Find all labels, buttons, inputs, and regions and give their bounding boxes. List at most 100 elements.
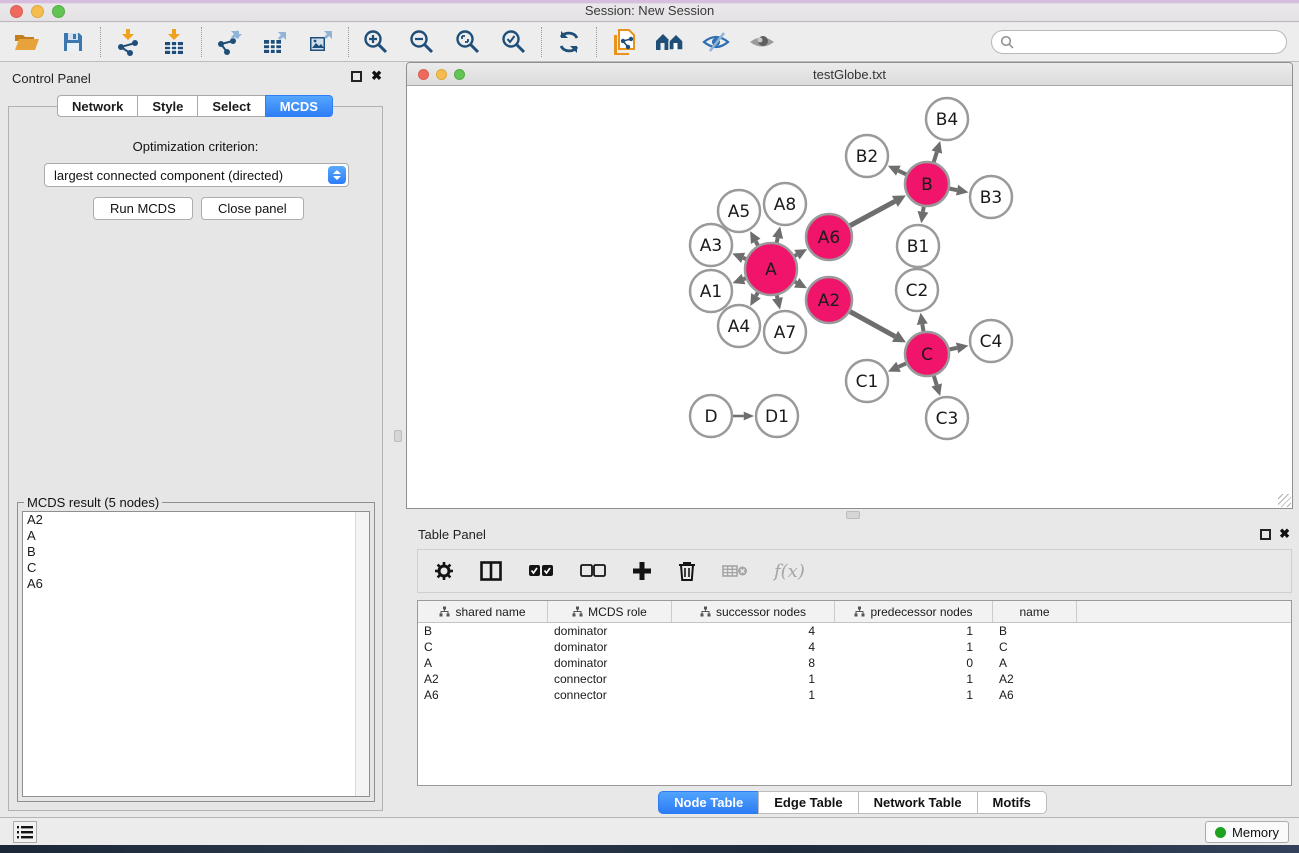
- hide-eye-icon[interactable]: [701, 27, 731, 57]
- network-and-table-area: testGlobe.txt B4B2BB3B1A5A8A6A3AA1A4A7A2…: [406, 62, 1299, 817]
- table-row[interactable]: A dominator 8 0 A: [418, 655, 1291, 671]
- vertical-splitter[interactable]: [390, 62, 406, 817]
- splitter-grip[interactable]: [394, 430, 402, 442]
- desktop-background: [0, 845, 1299, 853]
- table-row[interactable]: B dominator 4 1 B: [418, 623, 1291, 639]
- apply-function-icon[interactable]: f(x): [774, 561, 805, 582]
- search-icon: [1000, 35, 1015, 55]
- list-item[interactable]: A: [23, 528, 369, 544]
- tab-select[interactable]: Select: [197, 95, 264, 117]
- graph-node-label-C: C: [921, 345, 933, 365]
- export-table-icon[interactable]: [260, 27, 290, 57]
- delete-column-trash-icon[interactable]: [678, 561, 696, 581]
- zoom-fit-icon[interactable]: [453, 27, 483, 57]
- select-all-columns-icon[interactable]: [528, 564, 554, 578]
- list-item[interactable]: B: [23, 544, 369, 560]
- search-input[interactable]: [991, 30, 1287, 54]
- run-mcds-button[interactable]: Run MCDS: [93, 197, 193, 220]
- export-image-icon[interactable]: [306, 27, 336, 57]
- zoom-in-icon[interactable]: [361, 27, 391, 57]
- home-view-icon[interactable]: [655, 27, 685, 57]
- main-toolbar: [0, 23, 1299, 62]
- show-eye-icon[interactable]: [747, 27, 777, 57]
- graph-node-label-B4: B4: [936, 110, 958, 130]
- control-panel-close-icon[interactable]: ✖: [371, 68, 382, 84]
- control-panel: Control Panel ✖ Optimization criterion: …: [0, 62, 390, 817]
- tab-style[interactable]: Style: [137, 95, 197, 117]
- memory-status-icon: [1215, 827, 1226, 838]
- column-header-predecessor-nodes[interactable]: predecessor nodes: [835, 601, 993, 622]
- table-row[interactable]: A2 connector 1 1 A2: [418, 671, 1291, 687]
- zoom-selected-icon[interactable]: [499, 27, 529, 57]
- mcds-tab-pane: Optimization criterion: largest connecte…: [8, 106, 383, 811]
- control-panel-float-icon[interactable]: [351, 71, 362, 82]
- main-area: Control Panel ✖ Optimization criterion: …: [0, 62, 1299, 817]
- tab-node-table[interactable]: Node Table: [658, 791, 758, 814]
- graph-node-label-A: A: [765, 260, 777, 280]
- list-item[interactable]: C: [23, 560, 369, 576]
- clone-network-icon[interactable]: [609, 27, 639, 57]
- table-panel-float-icon[interactable]: [1260, 529, 1271, 540]
- search-container: [991, 30, 1287, 54]
- memory-label: Memory: [1232, 825, 1279, 840]
- list-item[interactable]: A6: [23, 576, 369, 592]
- result-scrollbar[interactable]: [355, 512, 369, 796]
- tab-edge-table[interactable]: Edge Table: [758, 791, 857, 814]
- table-toolbar: f(x): [417, 549, 1292, 593]
- graph-arrowhead: [772, 297, 783, 310]
- mcds-result-list: A2 A B C A6: [22, 511, 370, 797]
- network-window-titlebar[interactable]: testGlobe.txt: [407, 63, 1292, 86]
- graph-arrowhead: [931, 383, 941, 396]
- column-header-mcds-role[interactable]: MCDS role: [548, 601, 672, 622]
- add-column-icon[interactable]: [632, 561, 652, 581]
- graph-node-label-A6: A6: [818, 228, 840, 248]
- import-table-icon[interactable]: [159, 27, 189, 57]
- table-panel-close-icon[interactable]: ✖: [1279, 526, 1290, 542]
- graph-node-label-C2: C2: [906, 281, 929, 301]
- graph-node-label-A5: A5: [728, 202, 750, 222]
- list-item[interactable]: A2: [23, 512, 369, 528]
- status-bar: Memory: [0, 817, 1299, 845]
- export-network-icon[interactable]: [214, 27, 244, 57]
- horizontal-splitter[interactable]: [406, 509, 1299, 521]
- task-history-button[interactable]: [13, 821, 37, 843]
- list-icon: [17, 826, 33, 839]
- graph-node-label-A1: A1: [700, 282, 722, 302]
- mcds-result-title: MCDS result (5 nodes): [24, 495, 162, 510]
- column-header-shared-name[interactable]: shared name: [418, 601, 548, 622]
- import-network-icon[interactable]: [113, 27, 143, 57]
- column-header-successor-nodes[interactable]: successor nodes: [672, 601, 835, 622]
- graph-node-label-B1: B1: [907, 237, 929, 257]
- graph-node-label-C4: C4: [980, 332, 1003, 352]
- graph-node-label-A7: A7: [774, 323, 796, 343]
- memory-button[interactable]: Memory: [1205, 821, 1289, 843]
- unselect-all-columns-icon[interactable]: [580, 564, 606, 578]
- criterion-select[interactable]: largest connected component (directed): [44, 163, 349, 187]
- show-columns-icon[interactable]: [480, 561, 502, 581]
- table-row[interactable]: C dominator 4 1 C: [418, 639, 1291, 655]
- network-graph: B4B2BB3B1A5A8A6A3AA1A4A7A2C2CC4C1C3DD1: [407, 86, 1292, 508]
- column-namespace-icon: [700, 606, 711, 617]
- tab-network-table[interactable]: Network Table: [858, 791, 977, 814]
- refresh-icon[interactable]: [554, 27, 584, 57]
- open-session-icon[interactable]: [12, 27, 42, 57]
- close-panel-button[interactable]: Close panel: [201, 197, 304, 220]
- delete-table-icon[interactable]: [722, 563, 748, 579]
- network-canvas[interactable]: B4B2BB3B1A5A8A6A3AA1A4A7A2C2CC4C1C3DD1: [407, 86, 1292, 508]
- tab-mcds[interactable]: MCDS: [265, 95, 333, 117]
- save-session-icon[interactable]: [58, 27, 88, 57]
- table-row[interactable]: A6 connector 1 1 A6: [418, 687, 1291, 703]
- tab-network[interactable]: Network: [57, 95, 137, 117]
- column-namespace-icon: [439, 606, 450, 617]
- graph-node-label-A8: A8: [774, 195, 796, 215]
- graph-arrowhead: [733, 274, 746, 284]
- graph-node-label-B3: B3: [980, 188, 1002, 208]
- window-resize-grip[interactable]: [1278, 494, 1291, 507]
- table-options-gear-icon[interactable]: [434, 561, 454, 581]
- splitter-grip[interactable]: [846, 511, 860, 519]
- column-header-name[interactable]: name: [993, 601, 1077, 622]
- session-title: Session: New Session: [0, 3, 1299, 18]
- zoom-out-icon[interactable]: [407, 27, 437, 57]
- tab-motifs[interactable]: Motifs: [977, 791, 1047, 814]
- table-header-row: shared name MCDS role successor nodes pr…: [418, 601, 1291, 623]
